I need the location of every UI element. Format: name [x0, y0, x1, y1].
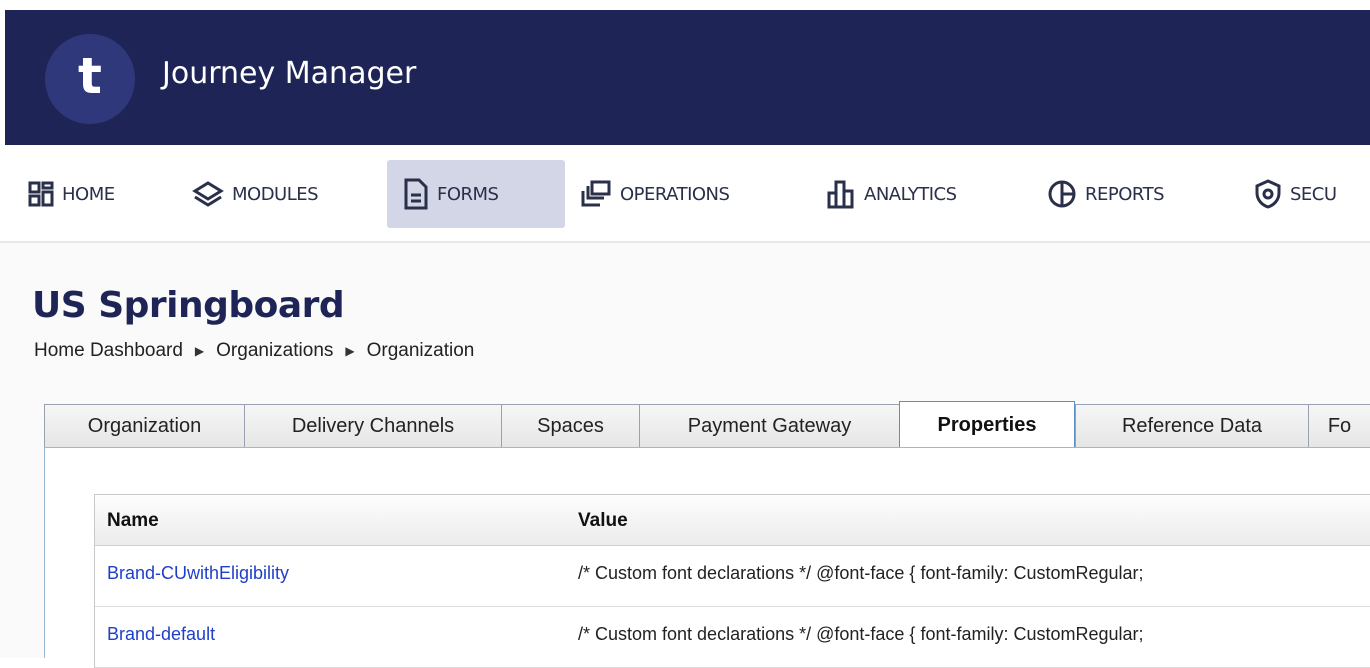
nav-modules-label: MODULES [232, 183, 319, 205]
tab-spaces[interactable]: Spaces [501, 404, 639, 448]
nav-analytics-label: ANALYTICS [864, 183, 957, 205]
main-nav: HOME MODULES FORMS OPERATIONS ANALYTICS … [0, 145, 1370, 243]
bar-chart-icon [827, 180, 854, 209]
breadcrumb-organization: Organization [366, 340, 475, 361]
breadcrumb-separator-icon: ▶ [345, 344, 355, 358]
property-value: /* Custom font declarations */ @font-fac… [578, 624, 1144, 644]
property-name-link[interactable]: Brand-default [107, 624, 215, 645]
tab-bar: Organization Delivery Channels Spaces Pa… [44, 401, 1370, 448]
nav-operations[interactable]: OPERATIONS [580, 160, 730, 228]
page-title: US Springboard [32, 285, 345, 326]
nav-modules[interactable]: MODULES [192, 160, 319, 228]
property-name-link[interactable]: Brand-CUwithEligibility [107, 563, 289, 584]
nav-security[interactable]: SECU [1254, 160, 1337, 228]
tab-fo[interactable]: Fo [1308, 404, 1370, 448]
breadcrumb: Home Dashboard ▶ Organizations ▶ Organiz… [34, 340, 474, 362]
column-header-value[interactable]: Value [578, 510, 628, 532]
windows-icon [581, 180, 611, 207]
nav-home[interactable]: HOME [28, 160, 115, 228]
logo-letter: t [78, 47, 102, 105]
main-content: US Springboard Home Dashboard ▶ Organiza… [0, 243, 1370, 668]
tab-reference-data[interactable]: Reference Data [1075, 404, 1308, 448]
breadcrumb-organizations[interactable]: Organizations [216, 340, 333, 362]
nav-security-label: SECU [1290, 183, 1337, 205]
breadcrumb-separator-icon: ▶ [194, 344, 205, 358]
tab-organization[interactable]: Organization [44, 404, 244, 448]
nav-analytics[interactable]: ANALYTICS [826, 160, 957, 228]
grid-icon [28, 181, 54, 207]
app-logo[interactable]: t [45, 34, 135, 124]
app-header-bar: t Journey Manager [5, 10, 1370, 145]
nav-forms-label: FORMS [437, 183, 499, 205]
table-row: Brand-CUwithEligibility /* Custom font d… [95, 546, 1370, 607]
pie-chart-icon [1048, 180, 1076, 208]
nav-home-label: HOME [62, 183, 115, 205]
app-title: Journey Manager [162, 56, 417, 91]
nav-operations-label: OPERATIONS [620, 183, 730, 205]
tab-panel-properties: Name Value Brand-CUwithEligibility /* Cu… [44, 447, 1370, 668]
document-icon [404, 178, 428, 210]
column-header-name[interactable]: Name [107, 510, 159, 532]
table-header: Name Value [95, 495, 1370, 546]
tab-properties[interactable]: Properties [899, 401, 1075, 448]
nav-reports[interactable]: REPORTS [1047, 160, 1165, 228]
tab-delivery-channels[interactable]: Delivery Channels [244, 404, 501, 448]
breadcrumb-home-dashboard[interactable]: Home Dashboard [34, 340, 183, 362]
property-value: /* Custom font declarations */ @font-fac… [578, 563, 1144, 583]
tab-payment-gateway[interactable]: Payment Gateway [639, 404, 899, 448]
properties-table: Name Value Brand-CUwithEligibility /* Cu… [94, 494, 1370, 668]
app-header: t Journey Manager [0, 0, 1370, 145]
layers-icon [192, 181, 224, 207]
table-row: Brand-default /* Custom font declaration… [95, 607, 1370, 668]
nav-reports-label: REPORTS [1085, 183, 1165, 205]
nav-forms[interactable]: FORMS [387, 160, 565, 228]
shield-icon [1255, 179, 1281, 209]
